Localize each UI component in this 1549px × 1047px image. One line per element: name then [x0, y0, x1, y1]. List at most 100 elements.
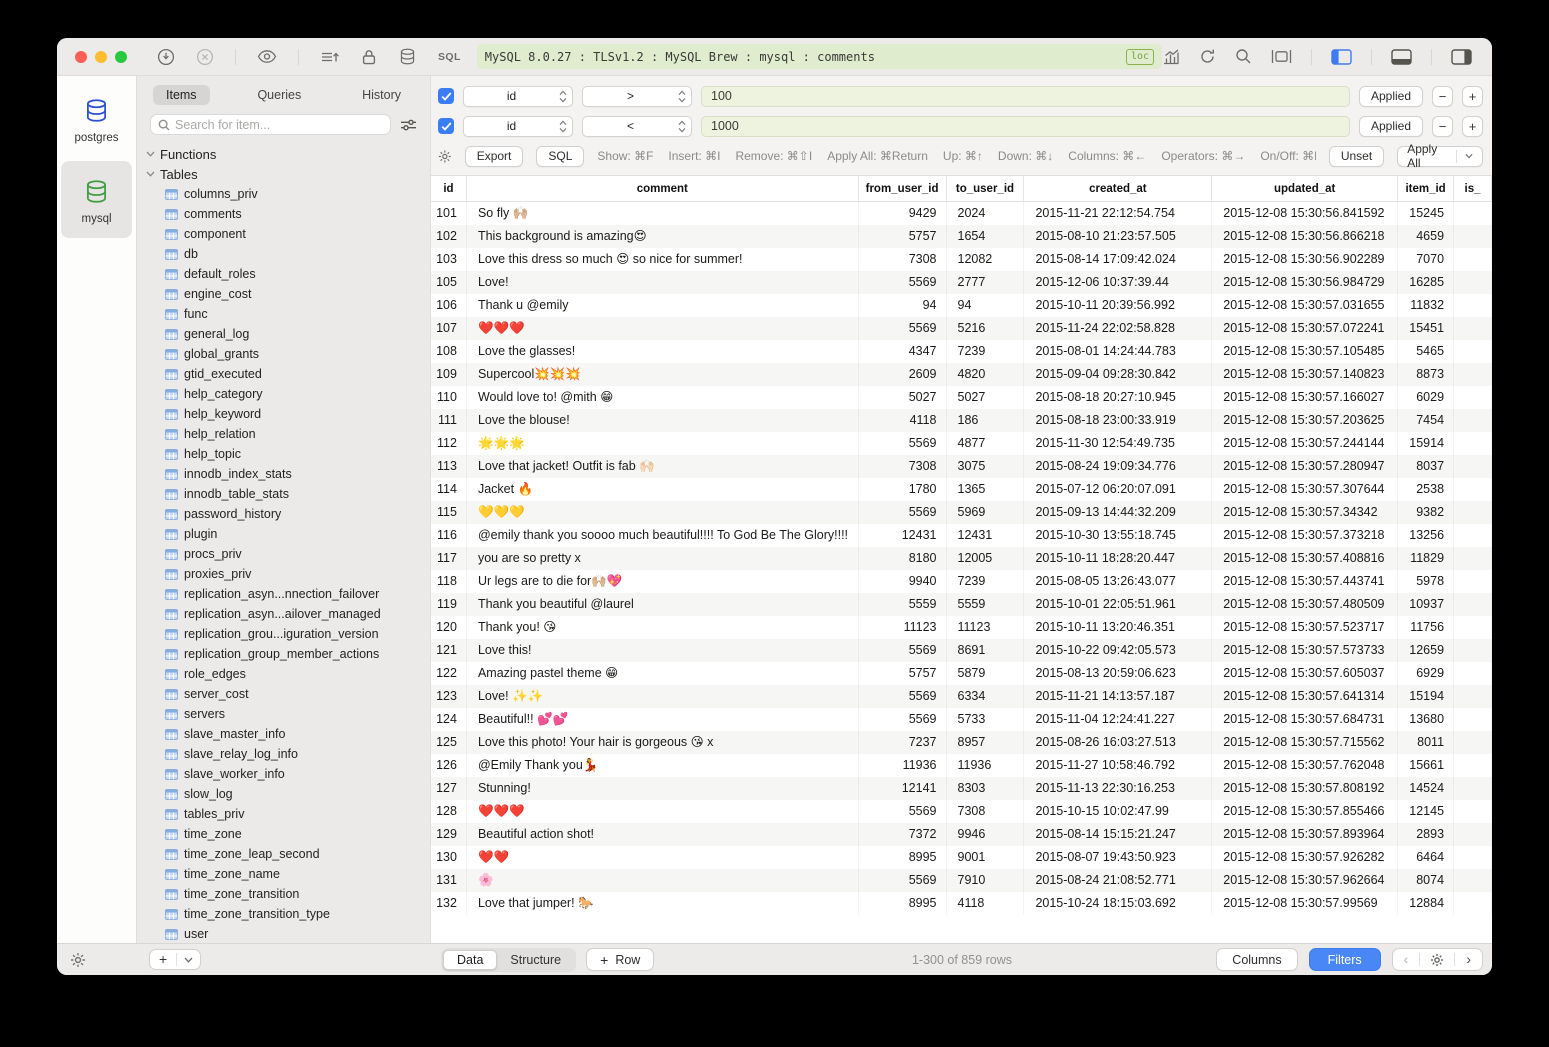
cell-from_user_id[interactable]: 5559 — [859, 593, 947, 616]
sidebar-table-slave_master_info[interactable]: slave_master_info — [137, 724, 430, 744]
cell-item_id[interactable]: 6929 — [1398, 662, 1454, 685]
cell-id[interactable]: 129 — [431, 823, 467, 846]
cell-is_[interactable] — [1454, 846, 1492, 869]
table-row[interactable]: 121Love this!556986912015-10-22 09:42:05… — [431, 639, 1492, 662]
cell-item_id[interactable]: 11829 — [1398, 547, 1454, 570]
cell-created_at[interactable]: 2015-10-11 20:39:56.992 — [1024, 294, 1212, 317]
frame-columns-icon[interactable] — [1271, 49, 1292, 64]
table-row[interactable]: 132Love that jumper! 🐎899541182015-10-24… — [431, 892, 1492, 915]
cell-id[interactable]: 117 — [431, 547, 467, 570]
cell-updated_at[interactable]: 2015-12-08 15:30:57.105485 — [1212, 340, 1398, 363]
cell-from_user_id[interactable]: 2609 — [859, 363, 947, 386]
refresh-icon[interactable] — [1199, 48, 1216, 65]
cell-id[interactable]: 118 — [431, 570, 467, 593]
cell-updated_at[interactable]: 2015-12-08 15:30:57.573733 — [1212, 639, 1398, 662]
cell-from_user_id[interactable]: 5757 — [859, 662, 947, 685]
cell-comment[interactable]: Love! — [467, 271, 859, 294]
remove-filter-button[interactable]: − — [1432, 86, 1453, 107]
sidebar-table-tables_priv[interactable]: tables_priv — [137, 804, 430, 824]
cell-comment[interactable]: Love this photo! Your hair is gorgeous 😘… — [467, 731, 859, 754]
cell-from_user_id[interactable]: 12431 — [859, 524, 947, 547]
cell-id[interactable]: 110 — [431, 386, 467, 409]
cell-to_user_id[interactable]: 94 — [947, 294, 1025, 317]
sidebar-table-replication_group_member_actions[interactable]: replication_group_member_actions — [137, 644, 430, 664]
toggle-right-panel-icon[interactable] — [1451, 49, 1472, 65]
cell-is_[interactable] — [1454, 823, 1492, 846]
cell-updated_at[interactable]: 2015-12-08 15:30:57.715562 — [1212, 731, 1398, 754]
table-row[interactable]: 122Amazing pastel theme 😁575758792015-08… — [431, 662, 1492, 685]
cell-from_user_id[interactable]: 1780 — [859, 478, 947, 501]
table-row[interactable]: 125Love this photo! Your hair is gorgeou… — [431, 731, 1492, 754]
cell-is_[interactable] — [1454, 455, 1492, 478]
cell-is_[interactable] — [1454, 524, 1492, 547]
cell-updated_at[interactable]: 2015-12-08 15:30:57.641314 — [1212, 685, 1398, 708]
cell-from_user_id[interactable]: 5569 — [859, 685, 947, 708]
filter-operator-select[interactable]: < — [582, 116, 692, 137]
sidebar-table-slave_worker_info[interactable]: slave_worker_info — [137, 764, 430, 784]
prev-page-button[interactable]: ‹ — [1393, 949, 1420, 970]
cell-id[interactable]: 125 — [431, 731, 467, 754]
filter-value-input[interactable] — [701, 86, 1350, 107]
cell-updated_at[interactable]: 2015-12-08 15:30:57.480509 — [1212, 593, 1398, 616]
sidebar-table-replication_grou...iguration_version[interactable]: replication_grou...iguration_version — [137, 624, 430, 644]
cell-created_at[interactable]: 2015-10-11 13:20:46.351 — [1024, 616, 1212, 639]
connection-postgres[interactable]: postgres — [61, 80, 132, 157]
cell-created_at[interactable]: 2015-08-18 20:27:10.945 — [1024, 386, 1212, 409]
cell-created_at[interactable]: 2015-08-10 21:23:57.505 — [1024, 225, 1212, 248]
cell-to_user_id[interactable]: 4877 — [947, 432, 1025, 455]
cell-comment[interactable]: Stunning! — [467, 777, 859, 800]
cell-to_user_id[interactable]: 8957 — [947, 731, 1025, 754]
export-button[interactable]: Export — [465, 146, 524, 167]
minimize-button[interactable] — [95, 51, 107, 63]
column-header-updated_at[interactable]: updated_at — [1212, 176, 1398, 201]
sidebar-table-plugin[interactable]: plugin — [137, 524, 430, 544]
cell-updated_at[interactable]: 2015-12-08 15:30:57.605037 — [1212, 662, 1398, 685]
cell-created_at[interactable]: 2015-11-21 22:12:54.754 — [1024, 202, 1212, 225]
cell-is_[interactable] — [1454, 616, 1492, 639]
cell-to_user_id[interactable]: 7308 — [947, 800, 1025, 823]
cell-comment[interactable]: So fly 🙌🏼 — [467, 202, 859, 225]
cell-is_[interactable] — [1454, 869, 1492, 892]
cell-item_id[interactable]: 15914 — [1398, 432, 1454, 455]
filters-button[interactable]: Filters — [1309, 948, 1381, 971]
table-row[interactable]: 114Jacket 🔥178013652015-07-12 06:20:07.0… — [431, 478, 1492, 501]
toggle-left-panel-icon[interactable] — [1331, 49, 1352, 65]
cell-comment[interactable]: Amazing pastel theme 😁 — [467, 662, 859, 685]
cell-is_[interactable] — [1454, 547, 1492, 570]
filter-column-select[interactable]: id — [463, 116, 573, 137]
sidebar-table-func[interactable]: func — [137, 304, 430, 324]
cell-updated_at[interactable]: 2015-12-08 15:30:57.808192 — [1212, 777, 1398, 800]
cell-comment[interactable]: Love the blouse! — [467, 409, 859, 432]
cell-comment[interactable]: @Emily Thank you💃 — [467, 754, 859, 777]
table-row[interactable]: 107❤️❤️❤️556952162015-11-24 22:02:58.828… — [431, 317, 1492, 340]
cell-id[interactable]: 102 — [431, 225, 467, 248]
tab-items[interactable]: Items — [153, 85, 210, 105]
toggle-bottom-panel-icon[interactable] — [1391, 49, 1412, 65]
cell-item_id[interactable]: 15661 — [1398, 754, 1454, 777]
table-row[interactable]: 119Thank you beautiful @laurel5559555920… — [431, 593, 1492, 616]
cell-comment[interactable]: 💛💛💛 — [467, 501, 859, 524]
cell-id[interactable]: 101 — [431, 202, 467, 225]
cell-from_user_id[interactable]: 8995 — [859, 846, 947, 869]
sidebar-table-replication_asyn...nnection_failover[interactable]: replication_asyn...nnection_failover — [137, 584, 430, 604]
filter-applied-button[interactable]: Applied — [1359, 116, 1423, 137]
cell-updated_at[interactable]: 2015-12-08 15:30:57.34342 — [1212, 501, 1398, 524]
import-list-icon[interactable] — [320, 49, 340, 65]
cell-from_user_id[interactable]: 5569 — [859, 501, 947, 524]
cell-is_[interactable] — [1454, 800, 1492, 823]
cell-id[interactable]: 130 — [431, 846, 467, 869]
tab-queries[interactable]: Queries — [244, 85, 314, 105]
cell-is_[interactable] — [1454, 662, 1492, 685]
cell-created_at[interactable]: 2015-11-13 22:30:16.253 — [1024, 777, 1212, 800]
cell-comment[interactable]: Love that jumper! 🐎 — [467, 892, 859, 915]
add-filter-button[interactable]: + — [1462, 86, 1483, 107]
sidebar-table-db[interactable]: db — [137, 244, 430, 264]
filter-applied-button[interactable]: Applied — [1359, 86, 1423, 107]
sidebar-table-gtid_executed[interactable]: gtid_executed — [137, 364, 430, 384]
cell-item_id[interactable]: 10937 — [1398, 593, 1454, 616]
cell-updated_at[interactable]: 2015-12-08 15:30:57.140823 — [1212, 363, 1398, 386]
filter-settings-gear-icon[interactable] — [438, 149, 452, 164]
column-header-to_user_id[interactable]: to_user_id — [947, 176, 1025, 201]
cell-updated_at[interactable]: 2015-12-08 15:30:56.902289 — [1212, 248, 1398, 271]
filter-sliders-icon[interactable] — [400, 118, 417, 132]
